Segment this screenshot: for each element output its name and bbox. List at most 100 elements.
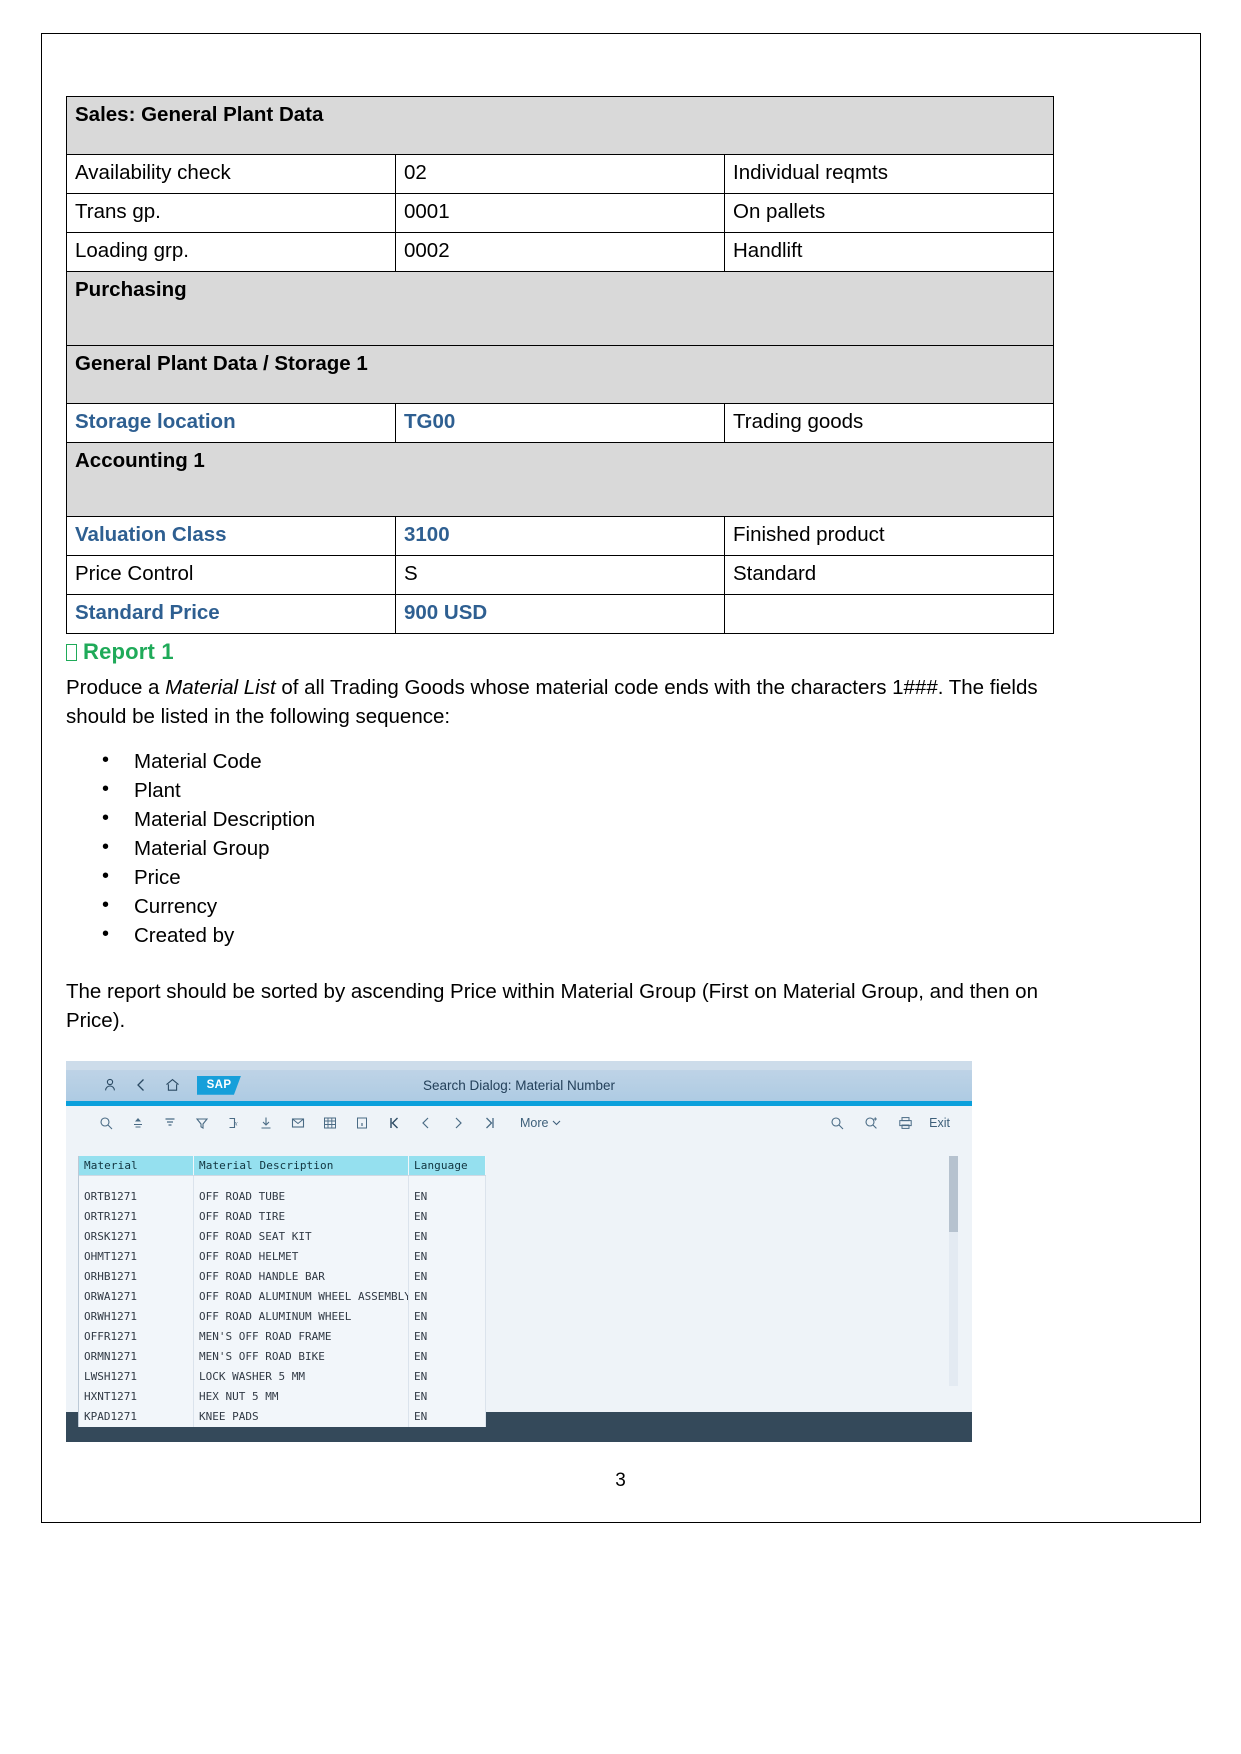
- grid-spacer-row: [79, 1175, 486, 1187]
- filter-icon[interactable]: [186, 1111, 218, 1135]
- field-value: S: [395, 555, 725, 595]
- list-item: Created by: [66, 920, 1054, 950]
- field-label: Standard Price: [66, 594, 396, 634]
- grid-cell-material: OHMT1271: [79, 1246, 194, 1267]
- intro-text-italic: Material List: [165, 675, 276, 699]
- report-heading-label: Report 1: [83, 639, 174, 664]
- table-row[interactable]: ORWA1271 OFF ROAD ALUMINUM WHEEL ASSEMBLY…: [79, 1287, 486, 1308]
- vertical-scrollbar[interactable]: [949, 1155, 958, 1386]
- table-row[interactable]: KPAD1271 KNEE PADS EN: [79, 1407, 486, 1428]
- grid-cell-description: OFF ROAD ALUMINUM WHEEL: [193, 1307, 409, 1328]
- field-label: Valuation Class: [66, 516, 396, 556]
- table-row: Storage location TG00 Trading goods: [66, 403, 1054, 443]
- material-master-table: Sales: General Plant Data Availability ch…: [66, 96, 1054, 634]
- grid-cell-language: EN: [408, 1387, 486, 1408]
- missing-glyph-icon: [66, 644, 77, 661]
- field-description: Trading goods: [724, 403, 1054, 443]
- list-item: Currency: [66, 891, 1054, 921]
- next-page-icon[interactable]: [442, 1111, 474, 1135]
- report-field-list: Material CodePlantMaterial DescriptionMa…: [66, 746, 1054, 951]
- info-icon[interactable]: [346, 1111, 378, 1135]
- sort-ascending-icon[interactable]: [122, 1111, 154, 1135]
- exit-button[interactable]: Exit: [923, 1116, 956, 1130]
- grid-cell-description: LOCK WASHER 5 MM: [193, 1367, 409, 1388]
- field-value: 900 USD: [395, 594, 725, 634]
- table-row[interactable]: OHMT1271 OFF ROAD HELMET EN: [79, 1246, 486, 1267]
- table-row: Standard Price 900 USD: [66, 594, 1054, 634]
- report-heading: Report 1: [66, 638, 1054, 667]
- print-icon[interactable]: [889, 1111, 921, 1135]
- grid-cell-language: EN: [408, 1307, 486, 1328]
- table-row[interactable]: ORTB1271 OFF ROAD TUBE EN: [79, 1186, 486, 1207]
- field-label: Availability check: [66, 154, 396, 194]
- section-label: General Plant Data / Storage 1: [66, 345, 1054, 404]
- grid-cell-language: EN: [408, 1287, 486, 1308]
- sap-screenshot: SAP Search Dialog: Material Number x Mor…: [66, 1060, 972, 1442]
- field-description: Handlift: [724, 232, 1054, 272]
- grid-col-material[interactable]: Material: [79, 1155, 194, 1176]
- download-icon[interactable]: [250, 1111, 282, 1135]
- last-page-icon[interactable]: [474, 1111, 506, 1135]
- previous-page-icon[interactable]: [410, 1111, 442, 1135]
- table-row[interactable]: ORSK1271 OFF ROAD SEAT KIT EN: [79, 1226, 486, 1247]
- grid-cell-material: ORWA1271: [79, 1287, 194, 1308]
- grid-cell-description: OFF ROAD HELMET: [193, 1246, 409, 1267]
- sap-toolbar-left: x More: [90, 1111, 561, 1135]
- grid-cell-language: EN: [408, 1407, 486, 1428]
- table-section-row: Purchasing: [66, 271, 1054, 346]
- field-label: Trans gp.: [66, 193, 396, 233]
- table-row: Trans gp. 0001 On pallets: [66, 193, 1054, 233]
- document-page: Sales: General Plant Data Availability ch…: [0, 0, 1241, 1754]
- list-item: Price: [66, 862, 1054, 892]
- grid-cell-material: ORTR1271: [79, 1206, 194, 1227]
- section-label: Sales: General Plant Data: [66, 96, 1054, 155]
- grid-cell-language: EN: [408, 1186, 486, 1207]
- table-row[interactable]: ORMN1271 MEN'S OFF ROAD BIKE EN: [79, 1347, 486, 1368]
- table-row[interactable]: ORWH1271 OFF ROAD ALUMINUM WHEEL EN: [79, 1307, 486, 1328]
- grid-cell-language: EN: [408, 1266, 486, 1288]
- spreadsheet-icon[interactable]: [314, 1111, 346, 1135]
- grid-cell-description: OFF ROAD TUBE: [193, 1186, 409, 1207]
- table-row[interactable]: ORTR1271 OFF ROAD TIRE EN: [79, 1206, 486, 1227]
- grid-cell-material: ORMN1271: [79, 1347, 194, 1368]
- field-label: Price Control: [66, 555, 396, 595]
- sort-descending-icon[interactable]: [154, 1111, 186, 1135]
- svg-text:x: x: [234, 1119, 239, 1127]
- scrollbar-thumb[interactable]: [949, 1155, 958, 1232]
- grid-cell-material: ORHB1271: [79, 1266, 194, 1288]
- grid-col-material-description[interactable]: Material Description: [193, 1155, 409, 1176]
- sap-toolbar-right: Exit: [821, 1111, 956, 1135]
- intro-text-pre: Produce a: [66, 675, 166, 699]
- sap-top-gap: [66, 1060, 972, 1070]
- table-row[interactable]: ORHB1271 OFF ROAD HANDLE BAR EN: [79, 1266, 486, 1288]
- field-description: Finished product: [724, 516, 1054, 556]
- field-label: Loading grp.: [66, 232, 396, 272]
- grid-cell-material: ORSK1271: [79, 1226, 194, 1247]
- table-row: Valuation Class 3100 Finished product: [66, 516, 1054, 556]
- report-intro-paragraph: Produce a Material List of all Trading G…: [66, 673, 1054, 731]
- more-menu-label: More: [520, 1115, 549, 1130]
- sap-grid-wrapper: Material Material Description Language O…: [78, 1155, 486, 1428]
- search-plus-icon[interactable]: [855, 1111, 887, 1135]
- list-item: Plant: [66, 775, 1054, 805]
- list-item: Material Code: [66, 746, 1054, 776]
- first-page-icon[interactable]: [378, 1111, 410, 1135]
- search-magnifier-icon[interactable]: [90, 1111, 122, 1135]
- table-row: Price Control S Standard: [66, 555, 1054, 595]
- formula-icon[interactable]: x: [218, 1111, 250, 1135]
- grid-cell-description: MEN'S OFF ROAD FRAME: [193, 1327, 409, 1348]
- table-row[interactable]: OFFR1271 MEN'S OFF ROAD FRAME EN: [79, 1327, 486, 1348]
- grid-cell-language: EN: [408, 1246, 486, 1267]
- grid-cell-description: OFF ROAD ALUMINUM WHEEL ASSEMBLY: [193, 1287, 409, 1308]
- field-label: Storage location: [66, 403, 396, 443]
- more-menu-button[interactable]: More: [520, 1116, 561, 1130]
- table-row[interactable]: HXNT1271 HEX NUT 5 MM EN: [79, 1387, 486, 1408]
- list-item: Material Group: [66, 833, 1054, 863]
- grid-cell-material: ORTB1271: [79, 1186, 194, 1207]
- mail-icon[interactable]: [282, 1111, 314, 1135]
- sap-shell-header: SAP Search Dialog: Material Number: [66, 1069, 972, 1101]
- table-row[interactable]: LWSH1271 LOCK WASHER 5 MM EN: [79, 1367, 486, 1388]
- grid-cell-material: HXNT1271: [79, 1387, 194, 1408]
- search-icon[interactable]: [821, 1111, 853, 1135]
- grid-col-language[interactable]: Language: [408, 1155, 486, 1176]
